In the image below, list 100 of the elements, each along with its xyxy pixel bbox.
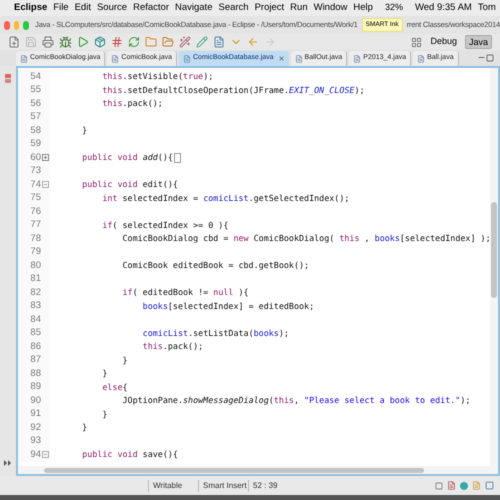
code-line: comicList.setListData(books); [142,326,289,340]
folder-icon[interactable] [145,36,157,48]
code-line: } [101,367,108,380]
menu-item[interactable]: Edit [74,0,91,16]
code-line: if( selectedIndex >= 0 ){ [101,218,228,232]
package-icon[interactable] [94,36,106,48]
code-line: ComicBookDialog cbd = new ComicBookDialog( this , books[selectedIndex] ); [122,232,491,246]
menu-item[interactable]: Window [314,0,348,16]
run-icon[interactable] [77,36,89,48]
vertical-scrollbar[interactable] [490,68,498,466]
code-line: this.pack(); [142,340,204,354]
line-number: 54 [30,70,41,84]
pencil-icon[interactable] [196,36,208,48]
document-icon[interactable] [472,481,481,490]
line-number: 90 [30,394,41,408]
scrollbar-thumb[interactable] [491,202,497,298]
code-line: public void add(){ [81,151,173,164]
line-number: 84 [30,312,41,327]
line-number: 86 [30,340,41,354]
fast-view-icon[interactable] [3,458,13,468]
menu-item[interactable]: Navigate [174,0,212,16]
window-icon[interactable] [435,482,443,490]
perspective-button[interactable]: Java [464,35,492,49]
zoom-window-button[interactable] [23,20,30,30]
new-file-icon[interactable] [8,36,20,48]
code-line: public void edit(){ [81,178,178,192]
user-name[interactable]: Tom [478,0,496,16]
document-icon[interactable] [213,36,225,48]
line-number: 87 [30,353,41,368]
code-line: int selectedIndex = comicList.getSelectedIndex(); [101,192,350,205]
file-icon [20,54,28,62]
line-number: 83 [30,299,41,314]
line-number: 76 [30,204,41,219]
code-line: ComicBook editedBook = cbd.getBook(); [122,259,310,272]
code-line: } [122,354,128,367]
code-line: if( editedBook != null ){ [122,286,249,300]
status-field: Smart Insert [198,480,248,492]
line-number: 93 [30,434,41,448]
line-number: 89 [30,380,41,394]
collapse-fold-icon[interactable] [42,181,49,188]
file-icon [353,54,362,62]
line-number: 79 [30,245,41,260]
line-number: 56 [30,96,41,111]
status-field: Writable [148,480,198,492]
app-menu[interactable]: Eclipse [14,0,48,16]
open-folder-icon[interactable] [162,36,174,48]
code-line: else{ [101,380,128,394]
line-number: 57 [30,110,41,124]
open-perspective-icon[interactable] [411,36,422,48]
code-line: } [81,124,88,138]
line-number: 78 [30,232,41,246]
code-line: public void save(){ [81,448,178,462]
menu-item[interactable]: Run [290,0,308,16]
file-icon [294,54,303,62]
wand-icon[interactable] [179,36,191,48]
line-number: 80 [30,258,41,273]
line-number: 94 [30,448,41,462]
refresh-icon[interactable] [128,36,140,48]
menu-item[interactable]: Search [218,0,249,16]
close-window-button[interactable] [4,20,10,30]
scrollbar-thumb[interactable] [44,468,424,472]
line-number: 91 [30,407,41,422]
line-number: 92 [30,420,41,435]
save-icon[interactable] [25,36,37,48]
line-number: 81 [30,272,41,286]
menu-item[interactable]: Source [96,0,128,16]
folded-code-marker[interactable] [174,152,181,163]
line-number: 75 [30,191,41,206]
line-number: 74 [30,178,41,192]
status-field: 52 : 39 [248,480,298,492]
line-number: 77 [30,218,41,232]
bug-icon[interactable] [59,36,72,48]
menu-item[interactable]: File [53,0,69,16]
code-line: this.setDefaultCloseOperation(JFrame.EXIT_ON_CLOSE); [101,84,365,97]
menu-item[interactable]: Help [353,0,373,16]
menu-item[interactable]: Project [254,0,284,16]
file-icon [111,54,120,62]
marker-icon[interactable] [5,74,11,83]
collapse-fold-icon[interactable] [42,451,49,458]
line-number: 88 [30,366,41,381]
code-line: JOptionPane.showMessageDialog(this, "Please select a book to edit."); [122,394,470,408]
code-line: } [81,421,88,434]
code-line: this.pack(); [101,97,163,110]
menu-clock[interactable]: Wed 9:35 AM [414,0,472,16]
maximize-icon[interactable] [486,54,494,62]
horizontal-scrollbar[interactable] [18,466,498,474]
line-number: 59 [30,137,41,152]
close-icon[interactable] [278,55,285,62]
document-icon[interactable] [447,481,456,490]
back-arrow-icon[interactable] [247,36,259,48]
line-number: 60 [30,150,41,165]
expand-fold-icon[interactable] [42,154,49,162]
battery-percentage: 32% [384,1,403,14]
line-number: 55 [30,83,41,98]
file-icon [183,54,191,62]
menu-item[interactable]: Refactor [133,0,169,16]
perspective-button[interactable]: Debug [427,35,460,49]
line-number: 58 [30,124,41,138]
code-line: } [101,408,108,421]
print-icon[interactable] [42,36,54,48]
